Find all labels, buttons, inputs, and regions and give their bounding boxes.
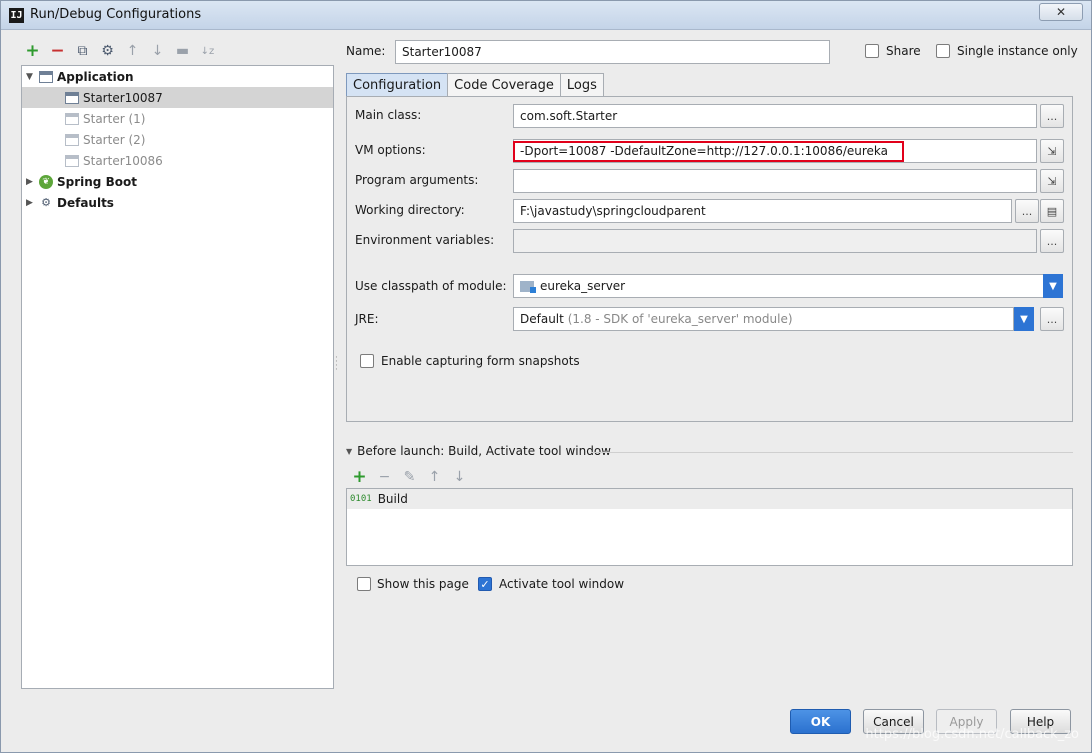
name-label: Name: — [346, 44, 386, 58]
tree-item-starter-1[interactable]: Starter (1) — [64, 108, 145, 129]
jre-select[interactable]: Default (1.8 - SDK of 'eureka_server' mo… — [513, 307, 1014, 331]
expand-vm-options-button[interactable]: ⇲ — [1040, 139, 1064, 163]
move-up-icon[interactable]: ↑ — [123, 42, 142, 61]
working-dir-input[interactable]: F:\javastudy\springcloudparent — [513, 199, 1012, 223]
env-vars-input[interactable] — [513, 229, 1037, 253]
vm-options-label: VM options: — [355, 143, 426, 157]
insert-macro-button[interactable]: ▤ — [1040, 199, 1064, 223]
move-down-icon[interactable]: ↓ — [148, 42, 167, 61]
close-icon: ✕ — [1055, 5, 1067, 19]
add-icon[interactable]: + — [23, 41, 42, 61]
wrench-icon: ⚙ — [41, 196, 51, 209]
ellipsis-icon: ... — [1046, 109, 1058, 123]
tree-item-starter10087[interactable]: Starter10087 — [22, 87, 333, 108]
application-config-icon — [65, 112, 79, 125]
collapse-arrow-icon[interactable]: ▼ — [346, 447, 352, 456]
copy-icon[interactable]: ⧉ — [73, 42, 92, 61]
main-class-label: Main class: — [355, 108, 422, 122]
show-page-label: Show this page — [377, 577, 469, 591]
remove-icon[interactable]: − — [375, 467, 394, 486]
tree-node-spring-boot[interactable]: ▶ ❦ Spring Boot — [26, 171, 137, 192]
config-tabs: Configuration Code Coverage Logs — [346, 73, 604, 97]
expand-icon: ⇲ — [1047, 144, 1057, 158]
edit-icon[interactable]: ✎ — [400, 467, 419, 486]
working-dir-label: Working directory: — [355, 203, 465, 217]
classpath-label: Use classpath of module: — [355, 279, 507, 293]
ellipsis-icon: ... — [1046, 312, 1058, 326]
build-icon: 0101 — [350, 493, 372, 504]
tree-item-starter10086[interactable]: Starter10086 — [64, 150, 163, 171]
before-launch-list[interactable]: 0101 Build — [346, 488, 1073, 566]
application-config-icon — [65, 91, 79, 104]
move-up-icon[interactable]: ↑ — [425, 467, 444, 486]
run-debug-dialog: IJ Run/Debug Configurations ✕ + − ⧉ ⚙ ↑ … — [0, 0, 1092, 753]
chevron-down-icon[interactable]: ▼ — [1014, 307, 1034, 331]
tab-configuration[interactable]: Configuration — [346, 73, 449, 97]
expand-program-args-button[interactable]: ⇲ — [1040, 169, 1064, 193]
expand-icon: ⇲ — [1047, 174, 1057, 188]
browse-working-dir-button[interactable]: ... — [1015, 199, 1039, 223]
show-page-checkbox[interactable] — [357, 577, 371, 591]
configurations-tree[interactable]: ▼ Application Starter10087 Starter (1) S… — [21, 65, 334, 689]
spring-boot-icon: ❦ — [39, 174, 53, 189]
document-icon: ▤ — [1046, 204, 1058, 218]
single-instance-checkbox[interactable] — [936, 44, 950, 58]
window-title: Run/Debug Configurations — [30, 7, 202, 22]
watermark: https://blog.csdn.net/callback_zo — [865, 727, 1079, 742]
divider — [591, 452, 1073, 453]
ellipsis-icon: ... — [1046, 234, 1058, 248]
tree-node-defaults[interactable]: ▶ ⚙ Defaults — [26, 192, 114, 213]
share-checkbox[interactable] — [865, 44, 879, 58]
name-input[interactable]: Starter10087 — [395, 40, 830, 64]
sort-icon[interactable]: ↓z — [198, 42, 217, 61]
application-config-icon — [65, 133, 79, 146]
collapsed-arrow-icon[interactable]: ▶ — [26, 177, 38, 187]
collapsed-arrow-icon[interactable]: ▶ — [26, 198, 38, 208]
application-icon — [39, 70, 53, 83]
browse-jre-button[interactable]: ... — [1040, 307, 1064, 331]
activate-tool-window-checkbox[interactable]: ✓ — [478, 577, 492, 591]
wrench-icon[interactable]: ⚙ — [98, 42, 117, 61]
snapshots-label: Enable capturing form snapshots — [381, 354, 580, 368]
snapshots-checkbox[interactable] — [360, 354, 374, 368]
expanded-arrow-icon[interactable]: ▼ — [26, 72, 38, 82]
before-launch-toolbar: + − ✎ ↑ ↓ — [350, 467, 469, 487]
chevron-down-icon[interactable]: ▼ — [1043, 274, 1063, 298]
env-vars-label: Environment variables: — [355, 233, 495, 247]
jre-label: JRE: — [355, 312, 379, 326]
intellij-app-icon: IJ — [9, 8, 24, 23]
main-class-input[interactable]: com.soft.Starter — [513, 104, 1037, 128]
title-bar: IJ Run/Debug Configurations ✕ — [1, 1, 1091, 30]
share-label: Share — [886, 44, 921, 58]
tree-item-starter-2[interactable]: Starter (2) — [64, 129, 145, 150]
ok-button[interactable]: OK — [790, 709, 851, 734]
highlight-box — [513, 141, 904, 162]
panel-splitter[interactable]: · · · · — [335, 354, 338, 375]
configurations-toolbar: + − ⧉ ⚙ ↑ ↓ ▬ ↓z — [23, 41, 217, 61]
ellipsis-icon: ... — [1021, 204, 1033, 218]
browse-main-class-button[interactable]: ... — [1040, 104, 1064, 128]
remove-icon[interactable]: − — [48, 41, 67, 61]
before-launch-header[interactable]: ▼ Before launch: Build, Activate tool wi… — [346, 444, 611, 458]
list-item[interactable]: 0101 Build — [347, 489, 1072, 509]
module-folder-icon — [520, 280, 536, 293]
folder-icon[interactable]: ▬ — [173, 42, 192, 61]
classpath-module-select[interactable]: eureka_server — [513, 274, 1044, 298]
single-instance-label: Single instance only — [957, 44, 1078, 58]
program-args-input[interactable] — [513, 169, 1037, 193]
tab-code-coverage[interactable]: Code Coverage — [447, 73, 561, 97]
tree-node-application[interactable]: ▼ Application — [26, 66, 134, 87]
move-down-icon[interactable]: ↓ — [450, 467, 469, 486]
application-config-icon — [65, 154, 79, 167]
tab-logs[interactable]: Logs — [559, 73, 604, 97]
activate-tool-window-label: Activate tool window — [499, 577, 625, 591]
close-button[interactable]: ✕ — [1039, 3, 1083, 21]
program-args-label: Program arguments: — [355, 173, 479, 187]
add-icon[interactable]: + — [350, 467, 369, 487]
edit-env-vars-button[interactable]: ... — [1040, 229, 1064, 253]
